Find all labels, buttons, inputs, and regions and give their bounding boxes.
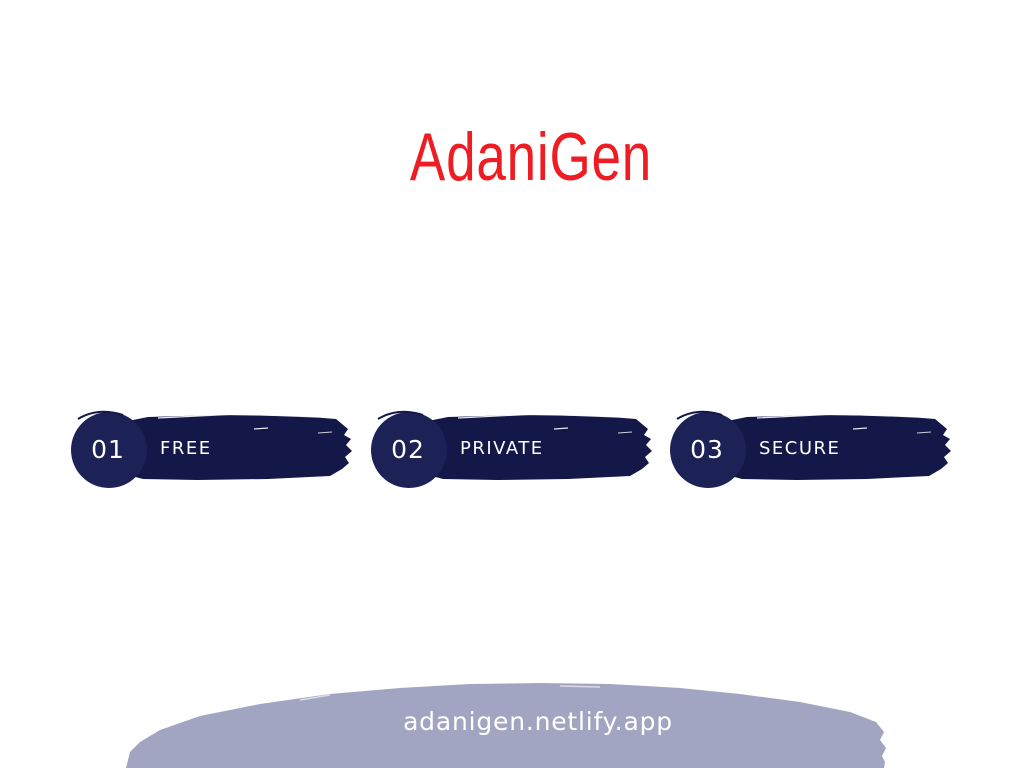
- footer-brush-shape: [126, 683, 886, 768]
- page: AdaniGen 01 FREE 02 PRIVATE 03 SECURE ad…: [0, 0, 1024, 768]
- footer-url-link[interactable]: adanigen.netlify.app: [0, 702, 1024, 742]
